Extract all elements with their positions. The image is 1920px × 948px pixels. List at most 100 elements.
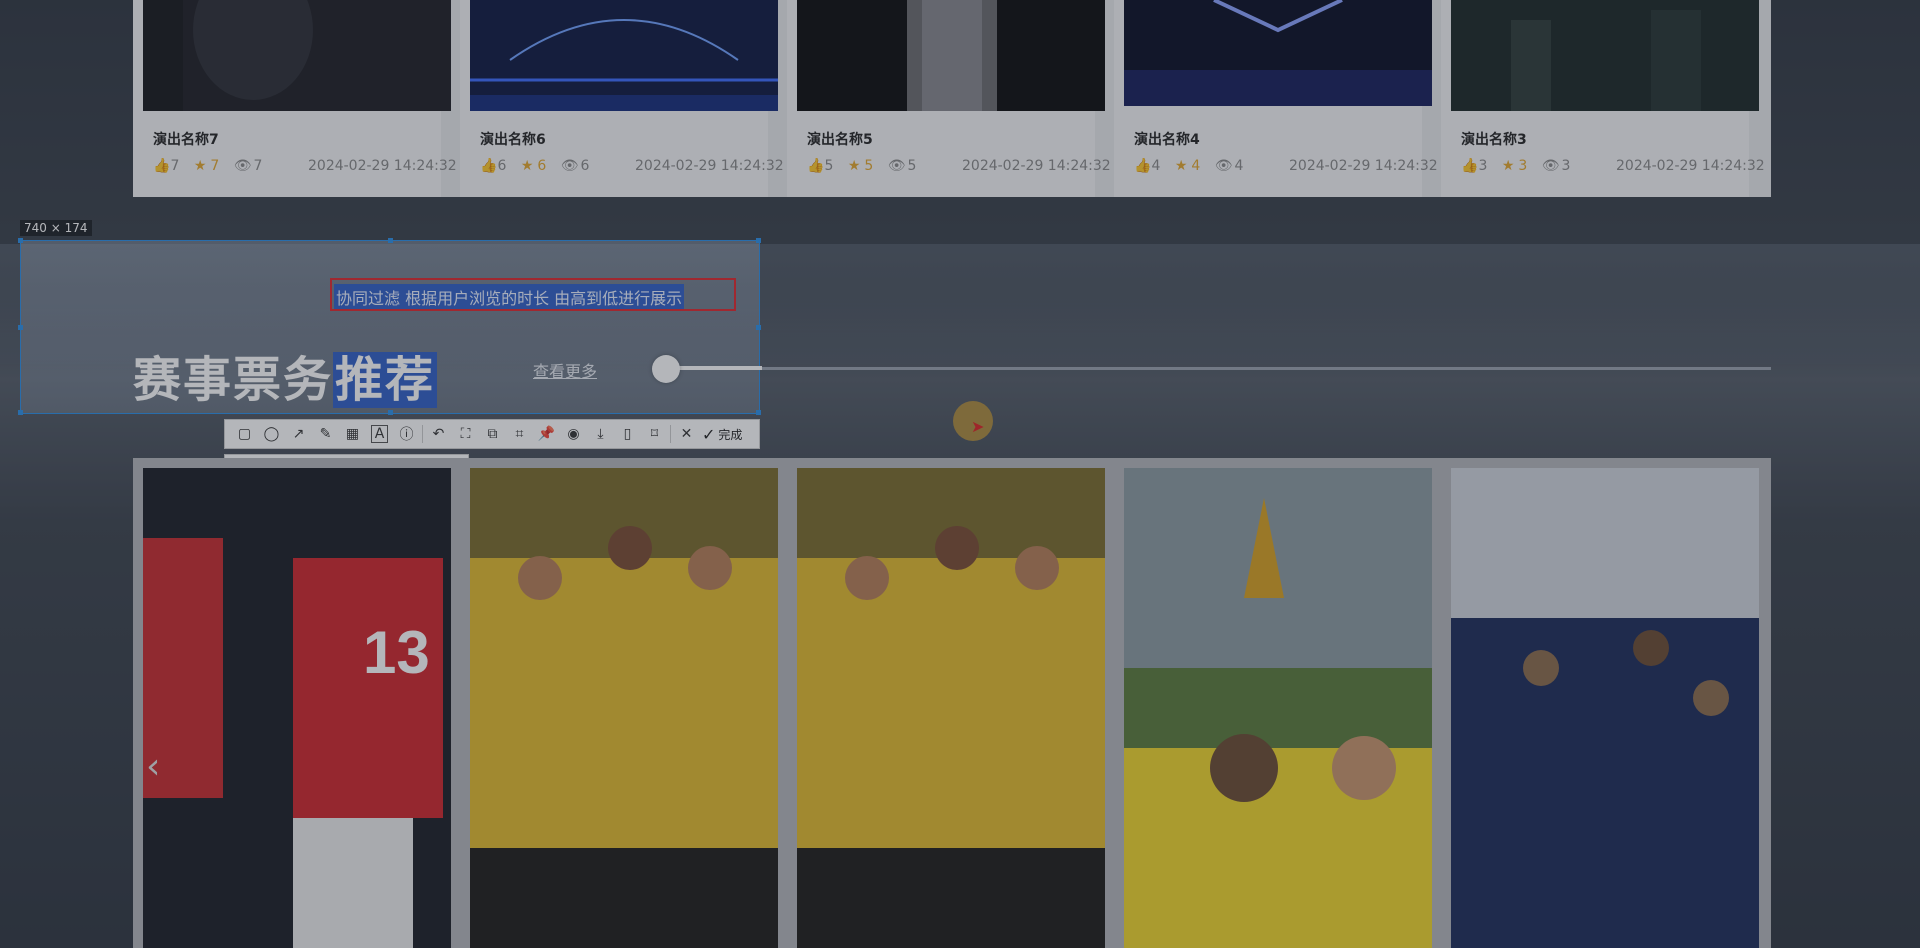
like-count: 4 — [1151, 158, 1161, 174]
performance-card[interactable]: 演出名称6 👍6 ★ 6 👁 6 2024-02-29 14:24:32 — [460, 0, 784, 197]
performance-card[interactable]: 演出名称5 👍5 ★ 5 👁 5 2024-02-29 14:24:32 — [787, 0, 1111, 197]
eye-icon: 👁 — [1214, 158, 1233, 174]
performance-meta: 👍5 ★ 5 👁 5 2024-02-29 14:24:32 — [807, 158, 1111, 174]
download-icon[interactable]: ⤓ — [587, 420, 614, 448]
view-count: 4 — [1234, 158, 1244, 174]
star-icon: ★ — [1501, 158, 1515, 174]
performance-image[interactable] — [470, 0, 778, 111]
eye-icon: 👁 — [560, 158, 579, 174]
carousel-prev-icon[interactable]: ‹ — [146, 746, 160, 787]
bookmark-icon[interactable]: ⌑ — [641, 420, 668, 448]
view-count: 7 — [253, 158, 263, 174]
like-icon: 👍 — [1134, 158, 1152, 174]
like-icon: 👍 — [807, 158, 825, 174]
performance-date: 2024-02-29 14:24:32 — [308, 158, 457, 174]
performance-title[interactable]: 演出名称5 — [807, 129, 873, 149]
view-count: 3 — [1561, 158, 1571, 174]
resize-handle[interactable] — [756, 410, 761, 415]
performance-card[interactable]: 演出名称4 👍4 ★ 4 👁 4 2024-02-29 14:24:32 — [1114, 0, 1438, 197]
record-icon[interactable]: ◉ — [560, 420, 587, 448]
star-icon: ★ — [847, 158, 861, 174]
like-count: 3 — [1478, 158, 1488, 174]
save-icon[interactable]: ▯ — [614, 420, 641, 448]
resize-handle[interactable] — [756, 325, 761, 330]
star-icon: ★ — [193, 158, 207, 174]
resize-handle[interactable] — [388, 410, 393, 415]
performance-title[interactable]: 演出名称3 — [1461, 129, 1527, 149]
annotation-toolbar: ▢ ◯ ↗ ✎ ▦ A ⓘ ↶ ⛶ ⧉ ⌗ 📌 ◉ ⤓ ▯ ⌑ ✕ ✓ 完成 — [224, 419, 760, 449]
annotation-rectangle[interactable] — [330, 278, 736, 311]
resize-handle[interactable] — [388, 238, 393, 243]
star-icon: ★ — [1174, 158, 1188, 174]
rectangle-icon[interactable]: ▢ — [231, 420, 258, 448]
performance-meta: 👍7 ★ 7 👁 7 2024-02-29 14:24:32 — [153, 158, 457, 174]
section-title-highlight: 推荐 — [333, 352, 438, 408]
resize-handle[interactable] — [18, 238, 23, 243]
close-icon[interactable]: ✕ — [673, 420, 700, 448]
like-count: 5 — [824, 158, 834, 174]
eye-icon: 👁 — [887, 158, 906, 174]
performance-date: 2024-02-29 14:24:32 — [1616, 158, 1765, 174]
performance-meta: 👍4 ★ 4 👁 4 2024-02-29 14:24:32 — [1134, 158, 1438, 174]
sports-ticket-card[interactable] — [1124, 468, 1432, 948]
star-count: 3 — [1518, 158, 1528, 174]
sports-ticket-card[interactable]: 13 — [143, 468, 451, 948]
performance-card[interactable]: 演出名称3 👍3 ★ 3 👁 3 2024-02-29 14:24:32 — [1441, 0, 1765, 197]
performance-meta: 👍6 ★ 6 👁 6 2024-02-29 14:24:32 — [480, 158, 784, 174]
like-icon: 👍 — [480, 158, 498, 174]
crop-icon[interactable]: ⛶ — [452, 420, 479, 448]
performance-date: 2024-02-29 14:24:32 — [635, 158, 784, 174]
like-count: 7 — [170, 158, 180, 174]
carousel-progress-track[interactable] — [667, 367, 1771, 370]
carousel-progress-fill — [667, 366, 762, 370]
performance-image[interactable] — [1124, 0, 1432, 111]
view-count: 5 — [907, 158, 917, 174]
selection-size-label: 740 × 174 — [20, 220, 92, 236]
copy-icon[interactable]: ⧉ — [479, 420, 506, 448]
sports-ticket-card[interactable] — [470, 468, 778, 948]
performance-title[interactable]: 演出名称4 — [1134, 129, 1200, 149]
undo-icon[interactable]: ↶ — [425, 420, 452, 448]
mouse-cursor-icon: ➤ — [971, 417, 985, 436]
sports-ticket-card[interactable] — [797, 468, 1105, 948]
svg-text:13: 13 — [363, 619, 430, 686]
performance-list: 演出名称7 👍7 ★ 7 👁 7 2024-02-29 14:24:32 演出名称6… — [133, 0, 1771, 197]
like-count: 6 — [497, 158, 507, 174]
eye-icon: 👁 — [1541, 158, 1560, 174]
like-icon: 👍 — [153, 158, 171, 174]
ocr-icon[interactable]: ⌗ — [506, 420, 533, 448]
resize-handle[interactable] — [18, 410, 23, 415]
section-title: 赛事票务推荐 — [133, 340, 438, 410]
text-icon[interactable]: A — [366, 420, 393, 448]
view-count: 6 — [580, 158, 590, 174]
performance-image[interactable] — [143, 0, 451, 111]
carousel-progress-knob[interactable] — [652, 355, 680, 383]
section-title-text: 赛事票务 — [133, 352, 334, 408]
performance-title[interactable]: 演出名称7 — [153, 129, 219, 149]
pin-icon[interactable]: 📌 — [533, 420, 560, 448]
performance-card[interactable]: 演出名称7 👍7 ★ 7 👁 7 2024-02-29 14:24:32 — [133, 0, 457, 197]
ellipse-icon[interactable]: ◯ — [258, 420, 285, 448]
sports-image — [1451, 468, 1759, 948]
sports-image — [1124, 468, 1432, 948]
sports-image — [797, 468, 1105, 948]
eye-icon: 👁 — [233, 158, 252, 174]
pencil-icon[interactable]: ✎ — [312, 420, 339, 448]
performance-date: 2024-02-29 14:24:32 — [1289, 158, 1438, 174]
view-more-link[interactable]: 查看更多 — [533, 358, 597, 382]
performance-image[interactable] — [1451, 0, 1759, 111]
star-count: 6 — [537, 158, 547, 174]
star-icon: ★ — [520, 158, 534, 174]
resize-handle[interactable] — [18, 325, 23, 330]
serial-number-icon[interactable]: ⓘ — [393, 420, 420, 448]
performance-title[interactable]: 演出名称6 — [480, 129, 546, 149]
performance-image[interactable] — [797, 0, 1105, 111]
done-button[interactable]: ✓ 完成 — [702, 425, 742, 444]
sports-image — [470, 468, 778, 948]
star-count: 5 — [864, 158, 874, 174]
star-count: 4 — [1191, 158, 1201, 174]
arrow-icon[interactable]: ↗ — [285, 420, 312, 448]
mosaic-icon[interactable]: ▦ — [339, 420, 366, 448]
sports-ticket-card[interactable] — [1451, 468, 1759, 948]
resize-handle[interactable] — [756, 238, 761, 243]
